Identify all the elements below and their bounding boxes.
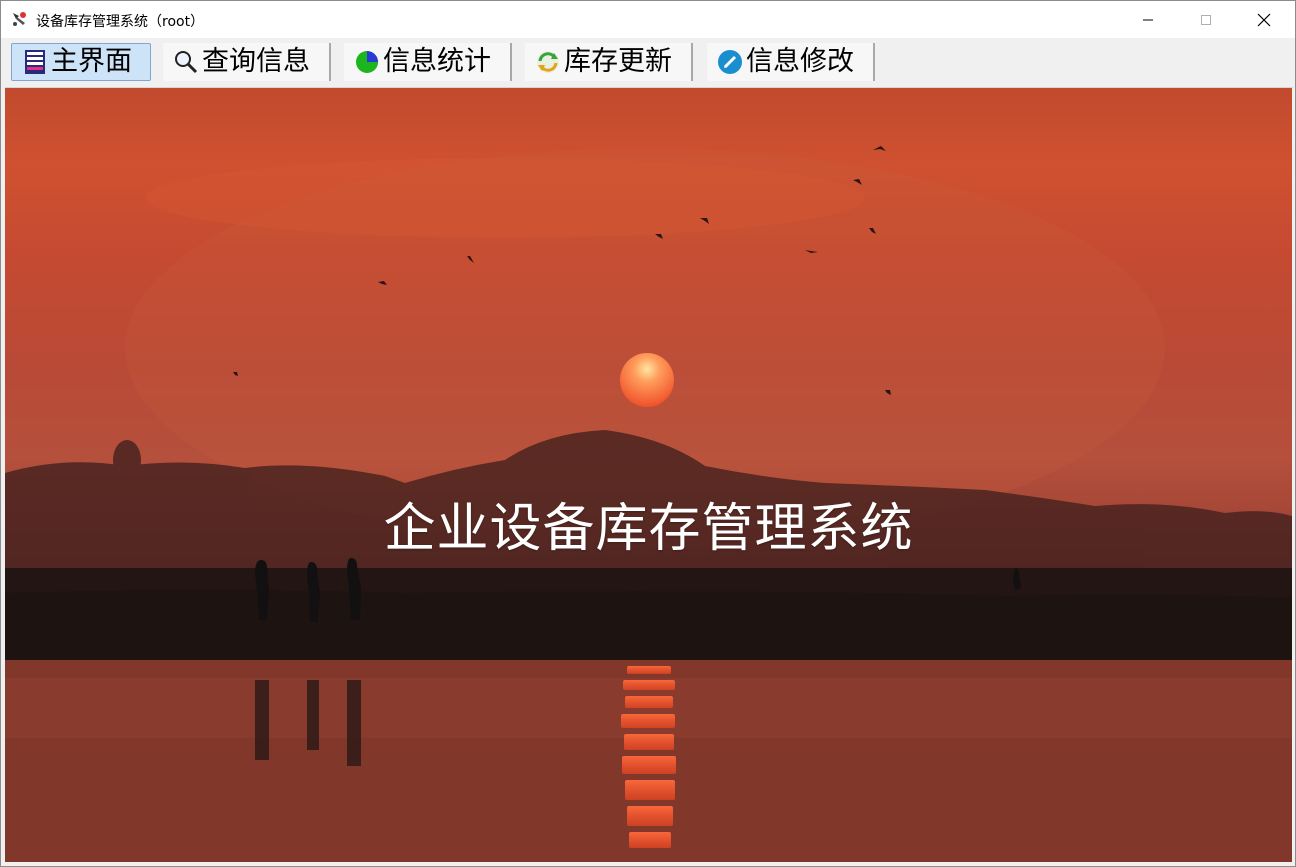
close-icon	[1257, 13, 1271, 26]
tab-stock-update-label: 库存更新	[564, 46, 672, 77]
tab-query[interactable]: 查询信息	[163, 43, 331, 81]
main-toolbar: 主界面 查询信息 信息统计 库存更新 信息修改	[5, 39, 1293, 88]
maximize-icon	[1201, 14, 1211, 25]
app-window: 设备库存管理系统（root） 主界面 查询信息 信息统计 库存更新 信息修改 企…	[0, 0, 1296, 867]
tab-stock-update[interactable]: 库存更新	[525, 43, 693, 81]
refresh-icon	[537, 51, 559, 73]
title-bar[interactable]: 设备库存管理系统（root）	[1, 1, 1295, 38]
tab-statistics[interactable]: 信息统计	[344, 43, 512, 81]
magnifier-icon	[175, 51, 198, 74]
edit-pencil-icon	[718, 50, 742, 74]
minimize-icon	[1143, 19, 1153, 20]
main-content: 企业设备库存管理系统	[5, 88, 1292, 862]
sun	[620, 353, 674, 407]
app-icon	[13, 12, 26, 26]
minimize-button[interactable]	[1119, 1, 1177, 38]
close-button[interactable]	[1235, 1, 1293, 38]
tab-home[interactable]: 主界面	[11, 43, 151, 81]
main-heading: 企业设备库存管理系统	[383, 499, 914, 559]
window-title: 设备库存管理系统（root）	[36, 14, 205, 30]
home-screen-icon	[25, 50, 45, 74]
tab-edit-info[interactable]: 信息修改	[707, 43, 875, 81]
tab-statistics-label: 信息统计	[383, 46, 491, 77]
tab-edit-info-label: 信息修改	[746, 46, 854, 77]
maximize-button[interactable]	[1177, 1, 1235, 38]
tab-query-label: 查询信息	[202, 46, 310, 77]
background-image	[5, 146, 1292, 862]
pie-chart-icon	[356, 51, 378, 73]
tab-home-label: 主界面	[51, 46, 132, 77]
